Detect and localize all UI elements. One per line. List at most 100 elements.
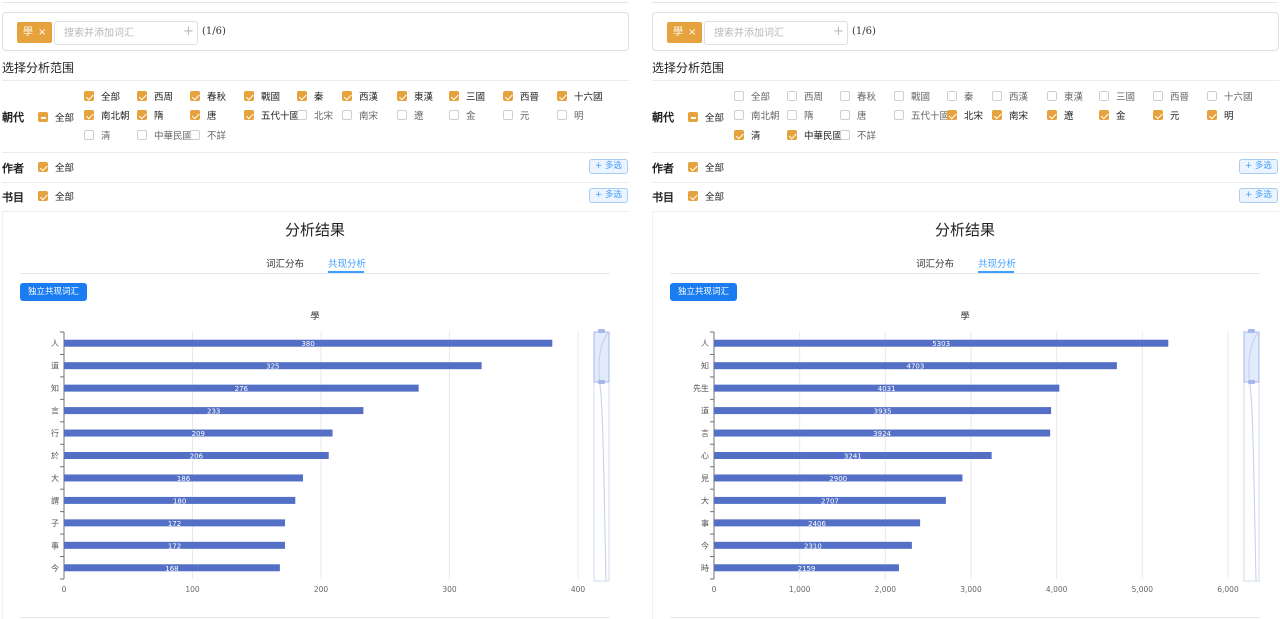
checkbox-box[interactable]	[992, 91, 1002, 101]
checkbox-box[interactable]	[688, 112, 698, 122]
book-multi-select-button[interactable]: + 多选	[1239, 188, 1278, 203]
checkbox-box[interactable]	[787, 110, 797, 120]
slider-handle[interactable]	[1248, 380, 1255, 384]
book-multi-select-button[interactable]: + 多选	[589, 188, 628, 203]
dynasty-option[interactable]: 西周	[787, 89, 823, 103]
dynasty-option[interactable]: 南宋	[342, 108, 378, 122]
dynasty-option[interactable]: 唐	[840, 108, 867, 122]
dynasty-option[interactable]: 明	[1207, 108, 1234, 122]
checkbox-box[interactable]	[787, 91, 797, 101]
checkbox-box[interactable]	[1207, 110, 1217, 120]
checkbox-box[interactable]	[840, 91, 850, 101]
checkbox-box[interactable]	[84, 110, 94, 120]
tab-distribution[interactable]: 词汇分布	[916, 256, 954, 270]
checkbox-box[interactable]	[1047, 91, 1057, 101]
dynasty-option[interactable]: 北宋	[297, 108, 333, 122]
dynasty-option[interactable]: 元	[503, 108, 530, 122]
checkbox-box[interactable]	[244, 110, 254, 120]
checkbox-box[interactable]	[137, 110, 147, 120]
dynasty-option[interactable]: 五代十國	[894, 108, 949, 122]
independent-cooccurrence-button[interactable]: 独立共现词汇	[20, 283, 87, 301]
dynasty-option[interactable]: 春秋	[190, 89, 226, 103]
dynasty-all-checkbox[interactable]: 全部	[688, 110, 724, 124]
checkbox-box[interactable]	[894, 110, 904, 120]
checkbox-box[interactable]	[1207, 91, 1217, 101]
checkbox-box[interactable]	[503, 110, 513, 120]
dynasty-option[interactable]: 東漢	[397, 89, 433, 103]
dynasty-option[interactable]: 唐	[190, 108, 217, 122]
keyword-tag[interactable]: 學 ×	[17, 22, 53, 43]
dynasty-option[interactable]: 全部	[84, 89, 120, 103]
checkbox-box[interactable]	[947, 91, 957, 101]
author-all-checkbox[interactable]: 全部	[38, 160, 74, 174]
slider-window[interactable]	[593, 331, 610, 383]
author-multi-select-button[interactable]: + 多选	[1239, 159, 1278, 174]
checkbox-box[interactable]	[947, 110, 957, 120]
checkbox-box[interactable]	[734, 130, 744, 140]
checkbox-box[interactable]	[894, 91, 904, 101]
checkbox-box[interactable]	[1099, 110, 1109, 120]
checkbox-box[interactable]	[557, 91, 567, 101]
dynasty-option[interactable]: 遼	[1047, 108, 1074, 122]
dynasty-option[interactable]: 三國	[1099, 89, 1135, 103]
checkbox-box[interactable]	[1099, 91, 1109, 101]
dynasty-option[interactable]: 清	[734, 128, 761, 142]
tab-distribution[interactable]: 词汇分布	[266, 256, 304, 270]
search-input[interactable]	[704, 21, 848, 45]
checkbox-box[interactable]	[840, 130, 850, 140]
dynasty-option[interactable]: 戰國	[894, 89, 930, 103]
slider-handle[interactable]	[598, 329, 605, 333]
slider-handle[interactable]	[1248, 329, 1255, 333]
checkbox-box[interactable]	[342, 110, 352, 120]
dynasty-option[interactable]: 西漢	[342, 89, 378, 103]
checkbox-box[interactable]	[84, 91, 94, 101]
dynasty-all-checkbox[interactable]: 全部	[38, 110, 74, 124]
checkbox-box[interactable]	[734, 110, 744, 120]
tab-cooccurrence[interactable]: 共现分析	[978, 256, 1016, 270]
dynasty-option[interactable]: 西周	[137, 89, 173, 103]
data-zoom-slider[interactable]	[593, 329, 610, 582]
search-input[interactable]	[54, 21, 198, 45]
checkbox-box[interactable]	[38, 112, 48, 122]
checkbox-box[interactable]	[342, 91, 352, 101]
checkbox-box[interactable]	[297, 91, 307, 101]
checkbox-box[interactable]	[557, 110, 567, 120]
checkbox-box[interactable]	[449, 110, 459, 120]
checkbox-box[interactable]	[503, 91, 513, 101]
dynasty-option[interactable]: 金	[1099, 108, 1126, 122]
close-icon[interactable]: ×	[688, 27, 696, 38]
author-multi-select-button[interactable]: + 多选	[589, 159, 628, 174]
dynasty-option[interactable]: 中華民國	[137, 128, 192, 142]
close-icon[interactable]: ×	[38, 27, 46, 38]
checkbox-box[interactable]	[397, 110, 407, 120]
checkbox-box[interactable]	[297, 110, 307, 120]
dynasty-option[interactable]: 全部	[734, 89, 770, 103]
book-all-checkbox[interactable]: 全部	[688, 189, 724, 203]
checkbox-box[interactable]	[1153, 91, 1163, 101]
checkbox-box[interactable]	[992, 110, 1002, 120]
dynasty-option[interactable]: 五代十國	[244, 108, 299, 122]
data-zoom-slider[interactable]	[1243, 329, 1260, 582]
dynasty-option[interactable]: 春秋	[840, 89, 876, 103]
checkbox-box[interactable]	[190, 110, 200, 120]
independent-cooccurrence-button[interactable]: 独立共现词汇	[670, 283, 737, 301]
dynasty-option[interactable]: 西晉	[503, 89, 539, 103]
checkbox-box[interactable]	[137, 91, 147, 101]
dynasty-option[interactable]: 秦	[297, 89, 324, 103]
checkbox-box[interactable]	[734, 91, 744, 101]
dynasty-option[interactable]: 元	[1153, 108, 1180, 122]
slider-window[interactable]	[1243, 331, 1260, 383]
dynasty-option[interactable]: 不詳	[840, 128, 876, 142]
checkbox-box[interactable]	[137, 130, 147, 140]
dynasty-option[interactable]: 十六國	[1207, 89, 1253, 103]
dynasty-option[interactable]: 金	[449, 108, 476, 122]
checkbox-box[interactable]	[787, 130, 797, 140]
tab-cooccurrence[interactable]: 共现分析	[328, 256, 366, 270]
checkbox-box[interactable]	[1047, 110, 1057, 120]
checkbox-box[interactable]	[38, 162, 48, 172]
plus-icon[interactable]: +	[183, 24, 194, 39]
dynasty-option[interactable]: 十六國	[557, 89, 603, 103]
plus-icon[interactable]: +	[833, 24, 844, 39]
checkbox-box[interactable]	[688, 191, 698, 201]
book-all-checkbox[interactable]: 全部	[38, 189, 74, 203]
